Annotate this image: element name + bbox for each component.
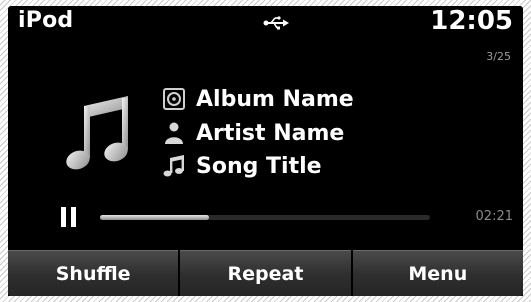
artist-row: Artist Name (162, 118, 344, 148)
elapsed-time: 02:21 (475, 209, 513, 224)
song-title: Song Title (196, 153, 322, 179)
softkey-bar: Shuffle Repeat Menu (8, 250, 523, 296)
album-icon (163, 88, 185, 110)
progress-bar[interactable] (100, 215, 430, 220)
track-counter: 3/25 (486, 50, 511, 63)
repeat-button[interactable]: Repeat (180, 250, 351, 296)
album-row: Album Name (162, 84, 354, 114)
song-note-icon (163, 155, 184, 177)
pause-icon[interactable] (60, 206, 78, 228)
progress-fill (100, 215, 209, 220)
usb-icon (263, 16, 289, 30)
status-bar: iPod 12:05 (8, 6, 523, 42)
app-title: iPod (18, 8, 74, 33)
ipod-screen: iPod 12:05 3/25 Album Name Artist Name S… (8, 6, 523, 296)
artist-icon (165, 122, 183, 144)
shuffle-button[interactable]: Shuffle (8, 250, 179, 296)
artist-name: Artist Name (196, 120, 345, 146)
music-note-icon (66, 96, 128, 170)
album-name: Album Name (196, 86, 354, 112)
song-row: Song Title (162, 151, 322, 181)
clock: 12:05 (430, 6, 513, 36)
menu-button[interactable]: Menu (352, 250, 523, 296)
